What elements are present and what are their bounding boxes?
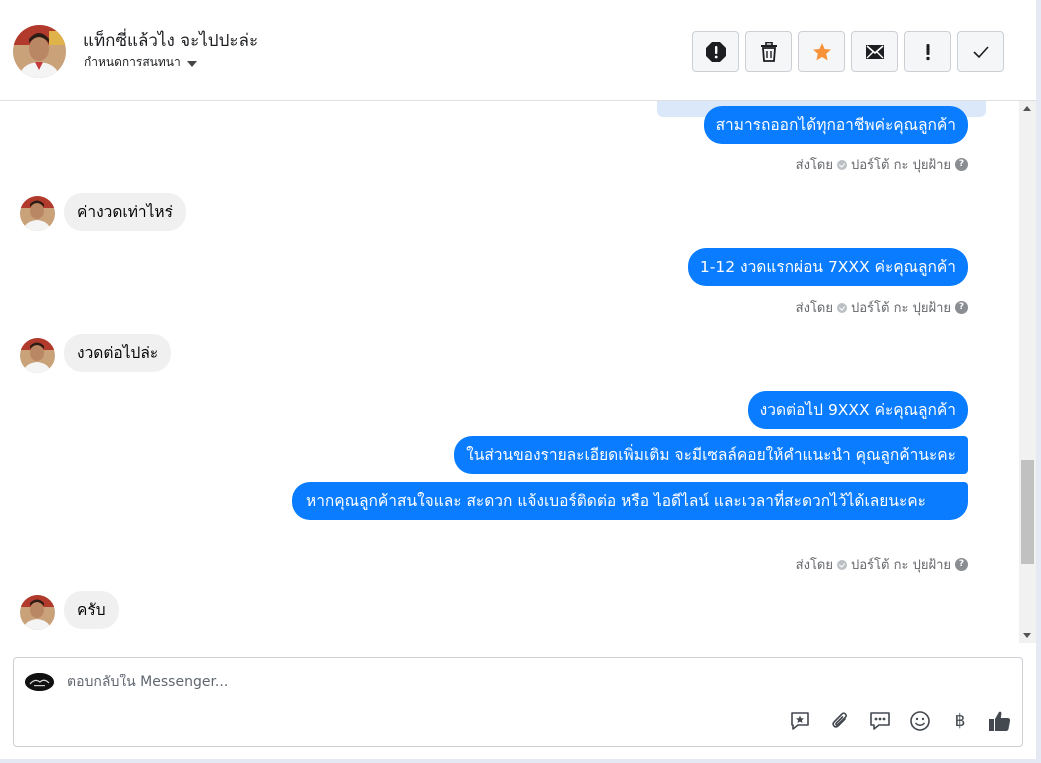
contact-name: แท็กซี่แล้วไง จะไปปะล่ะ [83, 31, 259, 51]
quick-replies-icon[interactable] [868, 709, 892, 733]
thread-scrollbar[interactable] [1019, 101, 1036, 643]
window-frame-bottom [0, 759, 1041, 763]
spam-button[interactable] [692, 31, 739, 72]
star-button[interactable] [798, 31, 845, 72]
attachment-icon[interactable] [828, 709, 852, 733]
mark-done-button[interactable] [957, 31, 1004, 72]
help-icon[interactable]: ? [955, 558, 968, 571]
mark-unread-button[interactable] [851, 31, 898, 72]
delete-button[interactable] [745, 31, 792, 72]
star-icon [812, 42, 831, 60]
contact-avatar-small [20, 196, 55, 231]
scrollbar-thumb[interactable] [1021, 460, 1034, 564]
sent-by-name: ปอร์โต้ กะ ปุยฝ้าย [851, 558, 951, 573]
outgoing-message[interactable]: งวดต่อไป 9XXX ค่ะคุณลูกค้า [747, 391, 968, 429]
verified-check-icon [837, 559, 847, 570]
sent-by-prefix: ส่งโดย [795, 158, 833, 173]
composer-toolbar: ฿ [788, 709, 1012, 733]
exclamation-icon [925, 43, 930, 60]
follow-up-button[interactable] [904, 31, 951, 72]
conversation-toolbar [692, 31, 1004, 72]
reply-composer: ฿ [13, 657, 1023, 747]
sent-by-label: ส่งโดย ปอร์โต้ กะ ปุยฝ้าย ? [796, 554, 968, 575]
sent-by-label: ส่งโดย ปอร์โต้ กะ ปุยฝ้าย ? [796, 297, 968, 318]
saved-reply-icon[interactable] [788, 709, 812, 733]
incoming-message[interactable]: งวดต่อไปล่ะ [64, 334, 172, 372]
reply-input[interactable] [67, 674, 767, 690]
help-icon[interactable]: ? [955, 158, 968, 171]
page-logo-icon [25, 673, 54, 691]
scroll-down-arrow-icon[interactable] [1023, 633, 1031, 638]
assign-conversation-label: กำหนดการสนทนา [84, 55, 181, 69]
contact-avatar-small [20, 338, 55, 373]
window-frame-right [1036, 0, 1041, 763]
emoji-icon[interactable] [908, 709, 932, 733]
outgoing-message[interactable]: ในส่วนของรายละเอียดเพิ่มเติม จะมีเซลล์คอ… [454, 436, 968, 474]
baht-glyph: ฿ [954, 711, 966, 731]
checkmark-icon [972, 45, 989, 58]
incoming-message[interactable]: ครับ [64, 591, 119, 629]
outgoing-message[interactable]: หากคุณลูกค้าสนใจและ สะดวก แจ้งเบอร์ติดต่… [292, 482, 968, 520]
sent-by-name: ปอร์โต้ กะ ปุยฝ้าย [851, 301, 951, 316]
verified-check-icon [837, 302, 847, 313]
sent-by-prefix: ส่งโดย [795, 301, 833, 316]
outgoing-message[interactable]: สามารถออกได้ทุกอาชีพค่ะคุณลูกค้า [703, 106, 968, 144]
envelope-icon [865, 44, 884, 59]
scroll-up-arrow-icon[interactable] [1023, 106, 1031, 111]
baht-payment-icon[interactable]: ฿ [948, 709, 972, 733]
incoming-message[interactable]: ค่างวดเท่าไหร่ [64, 193, 186, 231]
conversation-header: แท็กซี่แล้วไง จะไปปะล่ะ กำหนดการสนทนา [0, 0, 1036, 101]
contact-avatar-small [20, 595, 55, 630]
like-icon[interactable] [988, 709, 1012, 733]
outgoing-message[interactable]: 1-12 งวดแรกผ่อน 7XXX ค่ะคุณลูกค้า [687, 248, 968, 286]
message-thread: สามารถออกได้ทุกอาชีพค่ะคุณลูกค้า ส่งโดย … [0, 101, 1018, 643]
caret-down-icon [186, 60, 197, 67]
sent-by-label: ส่งโดย ปอร์โต้ กะ ปุยฝ้าย ? [796, 154, 968, 175]
trash-icon [760, 41, 777, 62]
sent-by-name: ปอร์โต้ กะ ปุยฝ้าย [851, 158, 951, 173]
alert-circle-icon [705, 41, 726, 62]
verified-check-icon [837, 159, 847, 170]
contact-avatar[interactable] [13, 25, 66, 78]
assign-conversation-dropdown[interactable]: กำหนดการสนทนา [84, 53, 197, 72]
help-icon[interactable]: ? [955, 301, 968, 314]
sent-by-prefix: ส่งโดย [795, 558, 833, 573]
